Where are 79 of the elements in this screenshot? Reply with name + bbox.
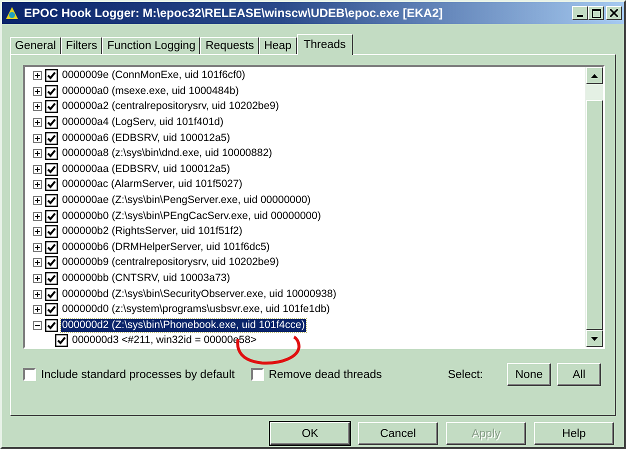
checkbox[interactable] [45, 225, 58, 238]
tree-item[interactable]: 000000a4 (LogServ, uid 101f401d) [61, 116, 225, 130]
checkbox[interactable] [45, 303, 58, 316]
expand-icon[interactable] [33, 71, 42, 80]
tab[interactable]: General [10, 37, 61, 54]
checkbox[interactable] [45, 318, 58, 332]
tree-item[interactable]: 000000ae (Z:\sys\bin\PengServer.exe, uid 00000000) [61, 194, 312, 208]
checkbox[interactable] [45, 100, 58, 114]
tree-item[interactable]: 000000d3 <#211, win32id = 00000e58> [71, 334, 258, 347]
tree-item[interactable]: 000000a0 (msexe.exe, uid 1000484b) [61, 84, 240, 98]
checkbox[interactable] [45, 272, 58, 286]
tree-item[interactable]: 000000a8 (z:\sys\bin\dnd.exe, uid 10000882) [61, 147, 274, 160]
expand-icon[interactable] [33, 274, 42, 284]
tab[interactable]: Function Logging [102, 37, 200, 54]
expand-icon[interactable] [33, 180, 42, 190]
app-icon [4, 5, 20, 21]
tree-item[interactable]: 000000bb (CNTSRV, uid 10003a73) [61, 272, 232, 286]
checkbox[interactable] [250, 368, 264, 381]
tree-item[interactable]: 000000aa (EDBSRV, uid 100012a5) [61, 162, 232, 176]
checkbox[interactable] [45, 84, 58, 98]
checkbox[interactable] [45, 210, 58, 223]
expand-icon[interactable] [33, 196, 42, 206]
tree-item[interactable]: 000000ac (AlarmServer, uid 101f5027) [61, 178, 244, 192]
checkbox[interactable] [23, 368, 36, 381]
checkbox[interactable] [55, 334, 68, 347]
tree-item[interactable]: 000000d2 (Z:\sys\bin\Phonebook.exe, uid 101f4cce) [61, 318, 306, 332]
close-icon[interactable] [610, 9, 618, 17]
expand-icon[interactable] [33, 212, 42, 221]
up-arrow-icon[interactable] [591, 74, 598, 78]
checkbox[interactable] [45, 69, 58, 82]
scrollbar[interactable] [585, 67, 603, 347]
checkbox[interactable] [45, 288, 58, 301]
tab[interactable]: Requests [200, 37, 260, 54]
expand-icon[interactable] [33, 242, 42, 252]
expand-icon[interactable] [33, 149, 42, 158]
expand-icon[interactable] [33, 134, 42, 143]
expand-icon[interactable] [33, 258, 42, 268]
dialog-button[interactable]: Help [534, 422, 614, 445]
window-title: EPOC Hook Logger: M:\epoc32\RELEASE\winscw\UDEB\epoc.exe [EKA2] [24, 6, 444, 20]
tree-item[interactable]: 000000b2 (RightsServer, uid 101f51f2) [61, 225, 244, 238]
checkbox[interactable] [45, 194, 58, 208]
down-arrow-icon[interactable] [591, 336, 598, 340]
checkbox[interactable] [45, 162, 58, 176]
tab[interactable]: Threads [296, 34, 353, 55]
select-button[interactable]: All [557, 363, 601, 386]
checkbox[interactable] [45, 240, 58, 254]
tab[interactable]: Heap [259, 37, 297, 54]
close-button[interactable] [606, 6, 622, 20]
minimize-button[interactable] [572, 6, 588, 20]
tree-item[interactable]: 0000009e (ConnMonExe, uid 101f6cf0) [61, 69, 246, 82]
checkbox-label[interactable]: Include standard processes by default [41, 368, 235, 380]
expand-icon[interactable] [33, 102, 42, 112]
checkbox-label[interactable]: Remove dead threads [268, 368, 382, 380]
expand-icon[interactable] [33, 164, 42, 174]
expand-icon[interactable] [33, 227, 42, 236]
dialog-button[interactable]: OK [270, 422, 350, 445]
tree-item[interactable]: 000000a2 (centralrepositorysrv, uid 10202be9) [61, 100, 280, 114]
tree-item[interactable]: 000000a6 (EDBSRV, uid 100012a5) [61, 132, 232, 145]
expand-icon[interactable] [33, 86, 42, 96]
checkbox[interactable] [45, 116, 58, 130]
collapse-icon[interactable] [33, 320, 42, 330]
checkbox[interactable] [45, 256, 58, 270]
checkbox[interactable] [45, 132, 58, 145]
dialog-button[interactable]: Cancel [358, 422, 438, 445]
tree-item[interactable]: 000000b6 (DRMHelperServer, uid 101f6dc5) [61, 240, 271, 254]
tree-item[interactable]: 000000d0 (z:\system\programs\usbsvr.exe, uid 101fe1db) [61, 303, 331, 316]
checkbox[interactable] [45, 147, 58, 160]
expand-icon[interactable] [33, 305, 42, 314]
select-label: Select: [448, 368, 483, 380]
checkbox[interactable] [45, 178, 58, 192]
tree-item[interactable]: 000000bd (Z:\sys\bin\SecurityObserver.exe, uid 10000938) [61, 288, 338, 301]
tree-item[interactable]: 000000b9 (centralrepositorysrv, uid 10202be9) [61, 256, 280, 270]
tab[interactable]: Filters [60, 37, 102, 54]
expand-icon[interactable] [33, 290, 42, 299]
tree-item[interactable]: 000000b0 (Z:\sys\bin\PEngCacServ.exe, uid 00000000) [61, 210, 322, 223]
maximize-icon[interactable] [592, 8, 600, 18]
maximize-button[interactable] [588, 6, 604, 20]
expand-icon[interactable] [33, 118, 42, 128]
select-button[interactable]: None [507, 363, 551, 386]
